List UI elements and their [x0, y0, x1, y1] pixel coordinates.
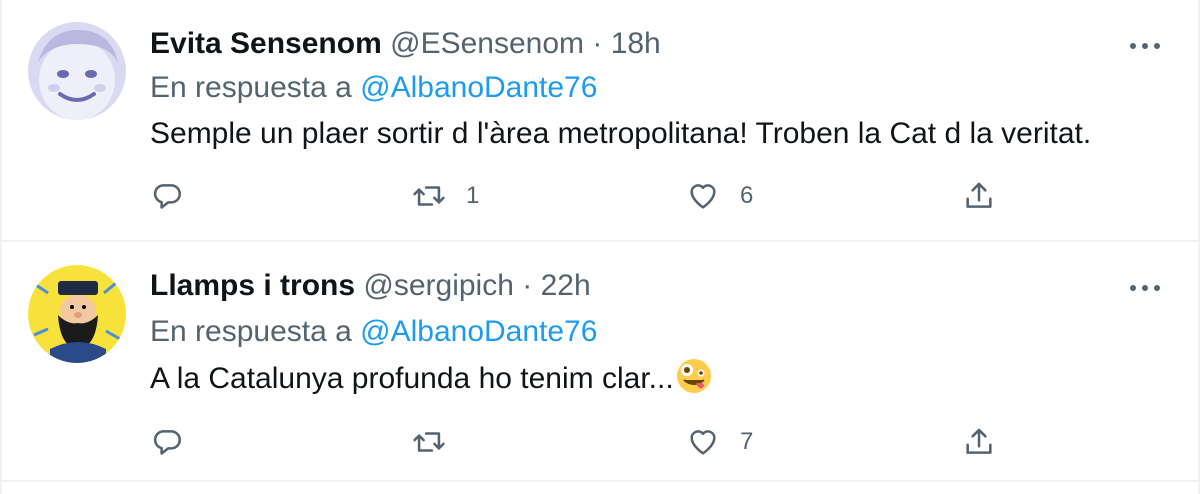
tweet-text: A la Catalunya profunda ho tenim clar...	[150, 358, 712, 397]
more-options-icon[interactable]	[1128, 36, 1162, 56]
timestamp[interactable]: 22h	[541, 269, 591, 302]
tweet[interactable]: Llamps i trons @sergipich · 22h En respu…	[2, 242, 1198, 482]
timestamp[interactable]: 18h	[611, 27, 661, 60]
avatar[interactable]	[28, 265, 126, 363]
reply-context: En respuesta a @AlbanoDante76	[150, 70, 597, 106]
share-icon	[966, 182, 992, 208]
zany-face-emoji-icon	[676, 359, 711, 393]
share-button[interactable]	[962, 176, 996, 216]
share-button[interactable]	[962, 422, 996, 462]
tweet-header: Evita Sensenom @ESensenom · 18h	[150, 26, 661, 62]
avatar[interactable]	[28, 22, 126, 120]
user-handle[interactable]: @sergipich	[363, 269, 514, 302]
tweet-header: Llamps i trons @sergipich · 22h	[150, 268, 591, 304]
retweet-button[interactable]: 1	[412, 176, 479, 216]
tweet-actions: 7	[150, 422, 1198, 462]
reply-mention-link[interactable]: @AlbanoDante76	[360, 315, 597, 348]
display-name[interactable]: Evita Sensenom	[150, 27, 382, 60]
reply-prefix: En respuesta a	[150, 71, 352, 104]
separator: ·	[592, 27, 603, 60]
share-icon	[966, 428, 992, 454]
bearded-sailor-avatar-icon	[28, 265, 126, 363]
tweet-text: Semple un plaer sortir d l'àrea metropol…	[150, 117, 1092, 150]
retweet-button[interactable]	[412, 422, 466, 462]
like-button[interactable]: 7	[686, 422, 753, 462]
reply-icon	[153, 430, 181, 455]
like-button[interactable]: 6	[686, 176, 753, 216]
reply-mention-link[interactable]: @AlbanoDante76	[360, 71, 597, 104]
display-name[interactable]: Llamps i trons	[150, 269, 355, 302]
reply-prefix: En respuesta a	[150, 315, 352, 348]
retweet-icon	[413, 432, 445, 452]
reply-context: En respuesta a @AlbanoDante76	[150, 314, 597, 350]
heart-icon	[690, 184, 716, 209]
timeline: Evita Sensenom @ESensenom · 18h En respu…	[0, 0, 1200, 494]
more-options-icon[interactable]	[1128, 278, 1162, 298]
retweet-count: 1	[466, 182, 480, 209]
retweet-icon	[413, 186, 445, 206]
reply-icon	[153, 184, 181, 209]
like-count: 7	[740, 428, 754, 455]
tweet[interactable]: Evita Sensenom @ESensenom · 18h En respu…	[2, 0, 1198, 242]
reply-button[interactable]	[150, 176, 184, 216]
separator: ·	[522, 269, 533, 302]
like-count: 6	[740, 182, 754, 209]
tweet-actions: 1 6	[150, 176, 1198, 216]
reply-button[interactable]	[150, 422, 184, 462]
heart-icon	[690, 430, 716, 455]
child-face-avatar-icon	[28, 22, 126, 120]
tweet-text-content: A la Catalunya profunda ho tenim clar...	[150, 362, 674, 395]
user-handle[interactable]: @ESensenom	[390, 27, 584, 60]
